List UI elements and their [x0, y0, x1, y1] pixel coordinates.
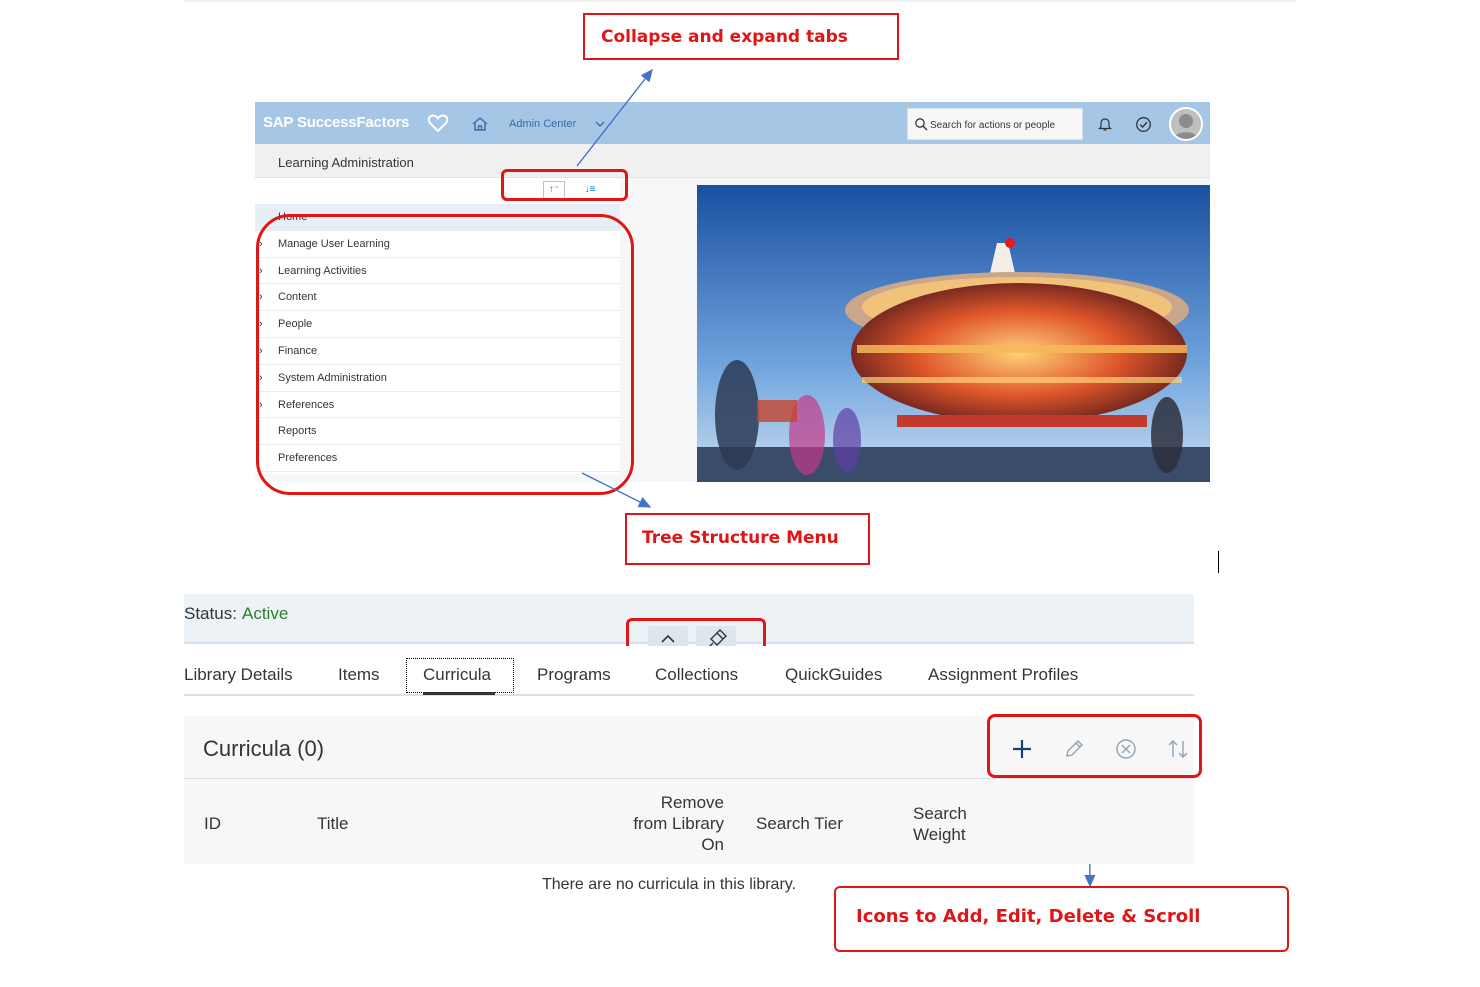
tab-curricula[interactable]: Curricula	[423, 665, 491, 685]
selected-tab-indicator	[423, 692, 495, 695]
panel-divider	[184, 778, 1194, 779]
column-title[interactable]: Title	[317, 813, 349, 834]
tab-quickguides[interactable]: QuickGuides	[785, 665, 882, 685]
column-search-tier[interactable]: Search Tier	[756, 813, 843, 834]
column-search-weight[interactable]: Search Weight	[913, 803, 983, 845]
text-cursor	[1218, 551, 1219, 573]
panel-title: Curricula (0)	[203, 736, 325, 761]
status-label: Status:	[184, 604, 237, 623]
callout-icons-text: Icons to Add, Edit, Delete & Scroll	[856, 906, 1201, 927]
tab-programs[interactable]: Programs	[537, 665, 611, 685]
arrow-to-collapse-callout	[576, 68, 653, 167]
callout-icons: Icons to Add, Edit, Delete & Scroll	[834, 886, 1289, 952]
tab-assignment-profiles[interactable]: Assignment Profiles	[928, 665, 1078, 685]
library-tabs: Library Details Items Curricula Programs…	[184, 646, 1194, 696]
arrow-to-tree-callout	[581, 472, 652, 508]
tab-library-details[interactable]: Library Details	[184, 665, 293, 685]
empty-table-message: There are no curricula in this library.	[542, 876, 797, 893]
highlight-toolbar-icons	[987, 714, 1202, 778]
tab-collections[interactable]: Collections	[655, 665, 738, 685]
status-value: Active	[242, 604, 289, 623]
column-remove-from-library-on[interactable]: Remove from Library On	[624, 792, 724, 855]
tab-items[interactable]: Items	[338, 665, 380, 685]
column-id[interactable]: ID	[204, 813, 221, 834]
